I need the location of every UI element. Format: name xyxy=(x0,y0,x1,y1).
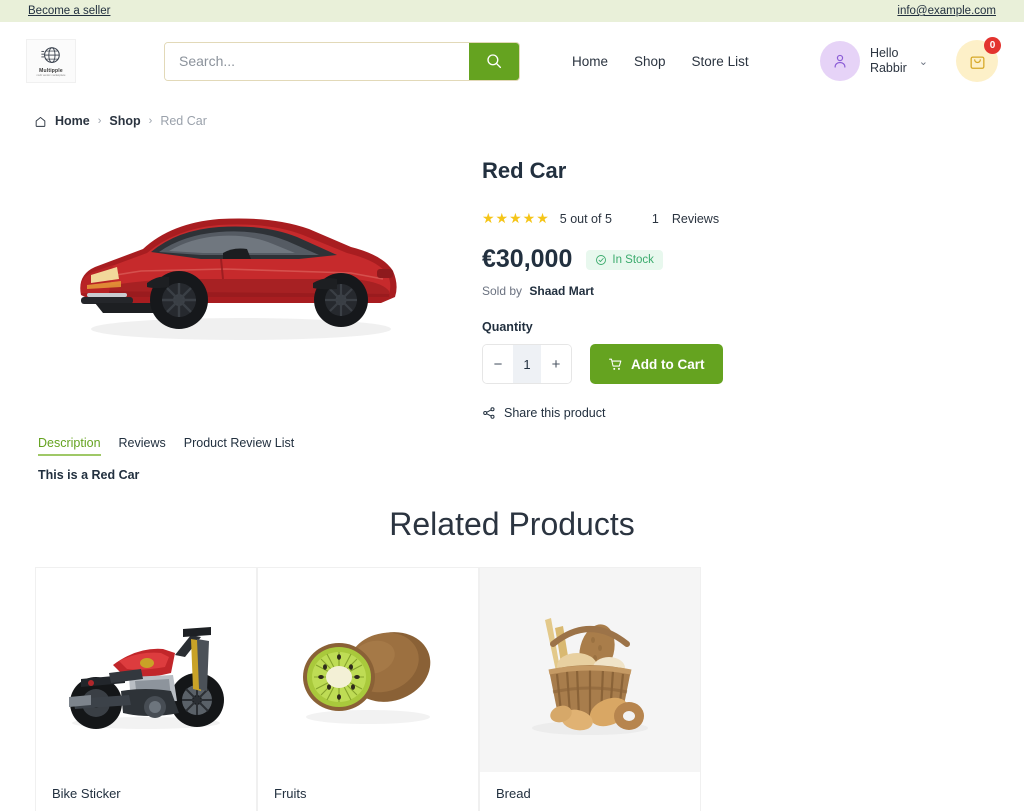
share-label: Share this product xyxy=(504,406,606,420)
site-logo[interactable]: Multipple multi vendor marketplace xyxy=(26,39,76,83)
product-card-body: Bike Sticker €45.00 ☆☆☆☆☆ (0) xyxy=(36,772,256,811)
home-icon[interactable] xyxy=(34,115,47,128)
quantity-label: Quantity xyxy=(482,320,533,334)
product-card-body: Bread €32.00 ☆☆☆☆☆ (0) xyxy=(480,772,700,811)
purchase-controls: − 1 + Add to Cart xyxy=(482,344,998,384)
breadcrumb-current: Red Car xyxy=(160,114,207,128)
breadcrumb-home[interactable]: Home xyxy=(55,114,90,128)
product-image-red-car xyxy=(80,217,397,340)
sold-by-label: Sold by xyxy=(482,284,523,298)
breadcrumb: Home › Shop › Red Car xyxy=(0,100,1024,128)
product-card-image-bike-sticker xyxy=(36,568,256,772)
breadcrumb-separator: › xyxy=(97,115,102,127)
review-count-label[interactable]: Reviews xyxy=(672,212,719,226)
status-badge: In Stock xyxy=(586,249,663,270)
review-count: 1 xyxy=(651,211,659,226)
check-circle-icon xyxy=(596,254,607,265)
product-price: €30,000 xyxy=(482,245,573,273)
product-card-image-bread xyxy=(480,568,700,772)
greeting-line-1: Hello xyxy=(869,46,899,60)
seller-name[interactable]: Shaad Mart xyxy=(529,284,594,298)
breadcrumb-separator-2: › xyxy=(148,115,153,127)
search-input[interactable] xyxy=(165,42,469,80)
tab-panel-content: This is a Red Car xyxy=(38,468,140,482)
globe-icon xyxy=(41,47,60,63)
product-section: Red Car ★★★★★ 5 out of 5 1 Reviews €30,0… xyxy=(0,128,1024,420)
cart-count-badge: 0 xyxy=(984,37,1001,54)
add-to-cart-label: Add to Cart xyxy=(631,356,705,372)
product-tabs: Description Reviews Product Review List xyxy=(0,420,1024,456)
price-row: €30,000 In Stock xyxy=(482,245,998,274)
related-products-heading: Related Products xyxy=(389,506,635,542)
search-button[interactable] xyxy=(469,42,519,80)
search-icon xyxy=(487,54,502,69)
site-header: Multipple multi vendor marketplace Home … xyxy=(0,22,1024,100)
kiwi-fruit-image xyxy=(303,632,431,724)
stock-label: In Stock xyxy=(612,253,654,266)
product-card-name[interactable]: Bread xyxy=(496,786,684,801)
account-menu[interactable]: Hello Rabbir ⌄ xyxy=(819,41,928,81)
cart-button[interactable]: 0 xyxy=(956,37,1001,82)
quantity-value[interactable]: 1 xyxy=(513,345,541,383)
motorcycle-image xyxy=(69,627,224,729)
user-icon xyxy=(834,54,846,68)
tab-product-review-list[interactable]: Product Review List xyxy=(184,436,294,456)
product-card[interactable]: Fruits €400.00 ☆☆☆☆☆ (0) xyxy=(257,567,479,811)
product-card[interactable]: Bike Sticker €45.00 ☆☆☆☆☆ (0) xyxy=(35,567,257,811)
nav-item-home[interactable]: Home xyxy=(572,54,608,69)
contact-email-link[interactable]: info@example.com xyxy=(897,5,996,17)
logo-tagline: multi vendor marketplace xyxy=(36,74,66,77)
search-bar xyxy=(164,41,520,81)
share-product-button[interactable]: Share this product xyxy=(482,406,998,420)
tab-description[interactable]: Description xyxy=(38,436,101,456)
product-title: Red Car xyxy=(482,158,567,183)
shopping-bag-icon xyxy=(970,56,984,69)
cart-icon xyxy=(609,358,622,370)
main-navigation: Home Shop Store List xyxy=(572,54,749,69)
rating-value-text: 5 out of 5 xyxy=(559,211,612,226)
quantity-increase-button[interactable]: + xyxy=(541,345,571,383)
bread-basket-image xyxy=(532,617,648,735)
quantity-stepper: − 1 + xyxy=(482,344,572,384)
greeting-line-2: Rabbir xyxy=(869,61,907,75)
related-products-grid: Bike Sticker €45.00 ☆☆☆☆☆ (0) xyxy=(0,567,1024,811)
product-card-image-fruits xyxy=(258,568,478,772)
product-details: Red Car ★★★★★ 5 out of 5 1 Reviews €30,0… xyxy=(446,146,998,420)
share-icon xyxy=(483,407,495,419)
product-card-body: Fruits €400.00 ☆☆☆☆☆ (0) xyxy=(258,772,478,811)
product-card[interactable]: Bread €32.00 ☆☆☆☆☆ (0) xyxy=(479,567,701,811)
product-card-name[interactable]: Bike Sticker xyxy=(52,786,240,801)
breadcrumb-shop[interactable]: Shop xyxy=(109,114,140,128)
product-rating: ★★★★★ 5 out of 5 1 Reviews xyxy=(482,210,998,227)
product-gallery[interactable] xyxy=(26,154,446,369)
utility-topbar: Become a seller info@example.com xyxy=(0,0,1024,22)
seller-info: Sold by Shaad Mart xyxy=(482,284,998,298)
product-card-name[interactable]: Fruits xyxy=(274,786,462,801)
nav-item-shop[interactable]: Shop xyxy=(634,54,666,69)
nav-item-store-list[interactable]: Store List xyxy=(692,54,749,69)
account-greeting: Hello Rabbir xyxy=(870,46,907,76)
quantity-decrease-button[interactable]: − xyxy=(483,345,513,383)
add-to-cart-button[interactable]: Add to Cart xyxy=(590,344,723,384)
become-a-seller-link[interactable]: Become a seller xyxy=(28,5,110,17)
star-rating-filled: ★★★★★ xyxy=(482,210,550,226)
tab-reviews[interactable]: Reviews xyxy=(119,436,166,456)
chevron-down-icon[interactable]: ⌄ xyxy=(919,55,928,68)
avatar xyxy=(819,41,860,81)
